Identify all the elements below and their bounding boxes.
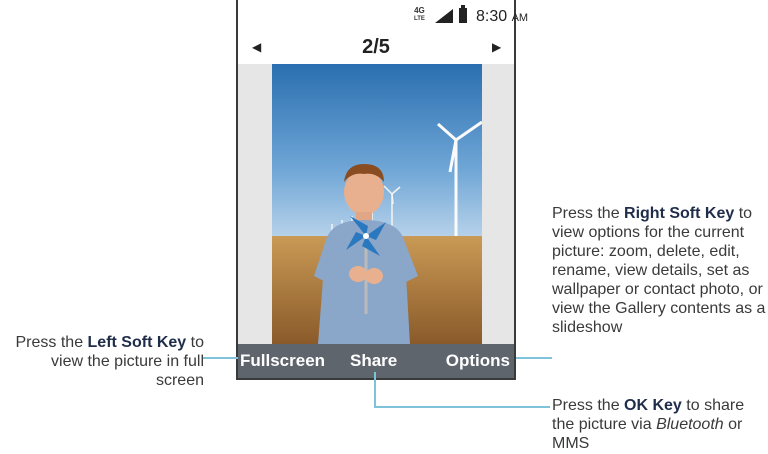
status-bar: 4G LTE 8:30 AM <box>238 0 528 32</box>
callout-italic-text: Bluetooth <box>656 416 724 433</box>
ok-callout-horizontal-line <box>374 406 550 408</box>
callout-prefix: Press the <box>552 205 625 222</box>
network-indicator: 4G LTE <box>414 7 425 23</box>
clock-time: 8:30 <box>476 8 508 25</box>
photo-viewer <box>238 64 514 344</box>
photo-boy-with-pinwheel <box>272 64 482 344</box>
callout-text: to view options for the current picture:… <box>552 205 766 336</box>
options-softkey[interactable]: Options <box>446 351 510 371</box>
ok-callout-vertical-line <box>374 372 376 408</box>
clock: 8:30 AM <box>476 8 528 26</box>
battery-icon <box>459 5 467 23</box>
gallery-nav-bar: ◀ 2/5 ▶ <box>238 32 514 62</box>
network-type: 4G <box>414 6 425 15</box>
callout-prefix: Press the <box>15 334 88 351</box>
image-counter: 2/5 <box>362 36 390 58</box>
fullscreen-softkey[interactable]: Fullscreen <box>240 351 325 371</box>
right-softkey-callout: Press the Right Soft Key to view options… <box>552 204 768 337</box>
left-softkey-callout: Press the Left Soft Key to view the pict… <box>0 333 205 390</box>
gallery-photo <box>272 64 482 344</box>
ok-key-callout: Press the OK Key to share the picture vi… <box>552 396 752 453</box>
network-subtype: LTE <box>414 16 425 22</box>
chevron-right-icon[interactable]: ▶ <box>492 38 501 56</box>
callout-key-name: Right Soft Key <box>624 205 735 222</box>
signal-icon <box>435 9 453 23</box>
share-softkey[interactable]: Share <box>350 351 397 371</box>
softkey-bar: Fullscreen Share Options <box>238 344 514 378</box>
callout-key-name: Left Soft Key <box>87 334 187 351</box>
clock-ampm: AM <box>511 12 529 24</box>
callout-prefix: Press the <box>552 397 625 414</box>
left-callout-line <box>202 357 238 359</box>
phone-screen: 4G LTE 8:30 AM ◀ 2/5 ▶ Fullscreen Share … <box>236 0 528 380</box>
right-callout-line <box>516 357 552 359</box>
callout-key-name: OK Key <box>624 397 682 414</box>
